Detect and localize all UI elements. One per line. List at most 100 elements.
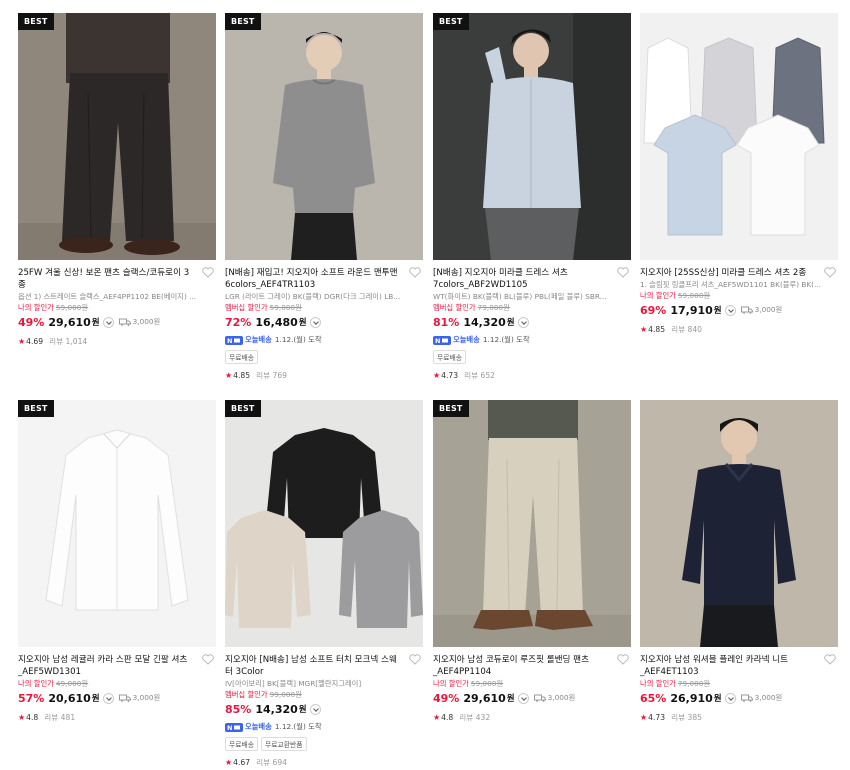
product-title[interactable]: [N배송] 지오지아 미라클 드레스 셔츠 7colors_ABF2WD1105	[433, 267, 631, 291]
review-count[interactable]: 리뷰 385	[671, 712, 702, 723]
deal-label: 나의 할인가	[18, 303, 54, 312]
deal-label: 멤버십 할인가	[433, 303, 476, 312]
product-image[interactable]: BEST	[433, 13, 631, 260]
delivery-date: 1.12.(월) 도착	[274, 335, 322, 344]
deal-label: 멤버십 할인가	[225, 690, 268, 699]
currency: 원	[298, 705, 307, 715]
chevron-down-icon[interactable]	[102, 316, 114, 328]
shipping-fee: 3,000원	[118, 317, 160, 327]
chevron-down-icon[interactable]	[309, 316, 321, 328]
heart-icon[interactable]	[409, 267, 421, 278]
delivery-row: N 오늘배송 1.12.(월) 도착	[225, 335, 423, 345]
product-image[interactable]: BEST	[225, 13, 423, 260]
review-number: 694	[272, 758, 288, 767]
product-card[interactable]: BEST [N배송] 재입고! 지오지아 소프트 라운드 맨투맨 6colors…	[225, 13, 423, 381]
currency: 원	[713, 694, 722, 704]
heart-icon[interactable]	[202, 267, 214, 278]
review-number: 840	[687, 325, 703, 334]
review-label: 리뷰	[464, 371, 479, 380]
product-title[interactable]: 지오지아 남성 코듀로이 루즈핏 롤밴딩 팬츠 _AEF4PP1104	[433, 654, 631, 678]
product-card[interactable]: 지오지아 남성 워셔블 플레인 카라넥 니트 _AEF4ET1103 나의 할인…	[640, 400, 838, 723]
product-title[interactable]: 지오지아 남성 워셔블 플레인 카라넥 니트 _AEF4ET1103	[640, 654, 838, 678]
review-count[interactable]: 리뷰 840	[671, 324, 702, 335]
review-number: 1,014	[65, 337, 88, 346]
product-title[interactable]: 지오지아 남성 레귤러 카라 스판 모달 긴팔 셔츠 _AEF5WD1301	[18, 654, 216, 678]
chevron-down-icon[interactable]	[517, 316, 529, 328]
product-card[interactable]: BEST [N배송] 지오지아 미라클 드레스 셔츠 7colors_ABF2W…	[433, 13, 631, 381]
star-icon: ★	[18, 713, 26, 722]
sale-price: 29,610	[463, 691, 506, 705]
best-badge: BEST	[225, 400, 261, 417]
product-card[interactable]: BEST 25FW 겨울 신상! 보온 팬츠 슬랙스/코듀로이 3종 옵션 1)…	[18, 13, 216, 347]
sweaters-trio-icon	[225, 400, 423, 647]
product-title[interactable]: 25FW 겨울 신상! 보온 팬츠 슬랙스/코듀로이 3종	[18, 267, 216, 291]
product-title[interactable]: [N배송] 재입고! 지오지아 소프트 라운드 맨투맨 6colors_AEF4…	[225, 267, 423, 291]
rating-score: 4.69	[26, 337, 44, 346]
heart-icon[interactable]	[409, 654, 421, 665]
product-image[interactable]: BEST	[18, 400, 216, 647]
review-count[interactable]: 리뷰 432	[459, 712, 490, 723]
free-shipping-badge: 무료배송	[433, 350, 467, 364]
discount-rate: 57%	[18, 691, 45, 705]
original-price: 79,000원	[477, 303, 510, 312]
star-icon: ★	[433, 713, 441, 722]
review-count[interactable]: 리뷰 769	[256, 370, 287, 381]
sale-price: 17,910	[670, 303, 713, 317]
product-image[interactable]: BEST	[18, 13, 216, 260]
badge-list: 무료배송 무료교환반품	[225, 737, 423, 751]
chevron-down-icon[interactable]	[517, 692, 529, 704]
shipping-fee: 3,000원	[533, 693, 575, 703]
heart-icon[interactable]	[824, 267, 836, 278]
deal-row: 나의 할인가 49,000원	[18, 679, 216, 689]
badge-list: 무료배송	[433, 350, 631, 364]
product-image[interactable]: BEST	[225, 400, 423, 647]
review-number: 432	[475, 713, 491, 722]
chevron-down-icon[interactable]	[309, 703, 321, 715]
price-row: 49% 29,610 원 3,000원	[18, 314, 216, 330]
currency: 원	[713, 306, 722, 316]
price-row: 69% 17,910 원 3,000원	[640, 302, 838, 318]
shipping-fee-text: 3,000원	[754, 305, 783, 314]
discount-rate: 69%	[640, 303, 667, 317]
heart-icon[interactable]	[824, 654, 836, 665]
review-count[interactable]: 리뷰 652	[464, 370, 495, 381]
delivery-date: 1.12.(월) 도착	[274, 722, 322, 731]
product-card[interactable]: 지오지아 [25SS신상] 미라클 드레스 셔츠 2종 1. 슬림핏 링클프리 …	[640, 13, 838, 335]
product-card[interactable]: BEST 지오지아 [N배송] 남성 소프트 터치 모크넥 스웨터 3Color…	[225, 400, 423, 768]
shipping-fee: 3,000원	[740, 305, 783, 315]
product-title[interactable]: 지오지아 [25SS신상] 미라클 드레스 셔츠 2종	[640, 267, 838, 279]
badge-list: 무료배송	[225, 350, 423, 364]
free-shipping-badge: 무료배송	[225, 737, 259, 751]
chevron-down-icon[interactable]	[724, 692, 736, 704]
sale-price: 29,610	[48, 315, 91, 329]
review-count[interactable]: 리뷰 1,014	[49, 336, 87, 347]
chevron-down-icon[interactable]	[102, 692, 114, 704]
heart-icon[interactable]	[617, 267, 629, 278]
currency: 원	[506, 318, 515, 328]
review-count[interactable]: 리뷰 694	[256, 757, 287, 768]
rating-score: 4.8	[441, 713, 454, 722]
star-icon: ★	[433, 371, 441, 380]
rating-row: ★ 4.85 리뷰 769	[225, 370, 423, 381]
product-image[interactable]: BEST	[433, 400, 631, 647]
original-price: 99,000원	[269, 690, 302, 699]
rating-score: 4.85	[233, 371, 251, 380]
heart-icon[interactable]	[202, 654, 214, 665]
best-badge: BEST	[18, 13, 54, 30]
review-count[interactable]: 리뷰 481	[44, 712, 75, 723]
discount-rate: 49%	[18, 315, 45, 329]
beige-pants-icon	[433, 400, 631, 647]
product-image[interactable]	[640, 400, 838, 647]
deal-label: 나의 할인가	[640, 679, 676, 688]
chevron-down-icon[interactable]	[724, 304, 736, 316]
product-card[interactable]: BEST 지오지아 남성 코듀로이 루즈핏 롤밴딩 팬츠 _AEF4PP1104…	[433, 400, 631, 723]
original-price: 79,000원	[677, 679, 711, 688]
product-title[interactable]: 지오지아 [N배송] 남성 소프트 터치 모크넥 스웨터 3Color	[225, 654, 423, 678]
best-badge: BEST	[433, 400, 469, 417]
currency: 원	[91, 318, 100, 328]
heart-icon[interactable]	[617, 654, 629, 665]
delivery-tag: 오늘배송	[245, 335, 272, 344]
deal-row: 나의 할인가 59,000원	[640, 291, 838, 301]
product-image[interactable]	[640, 13, 838, 260]
product-card[interactable]: BEST 지오지아 남성 레귤러 카라 스판 모달 긴팔 셔츠 _AEF5WD1…	[18, 400, 216, 723]
